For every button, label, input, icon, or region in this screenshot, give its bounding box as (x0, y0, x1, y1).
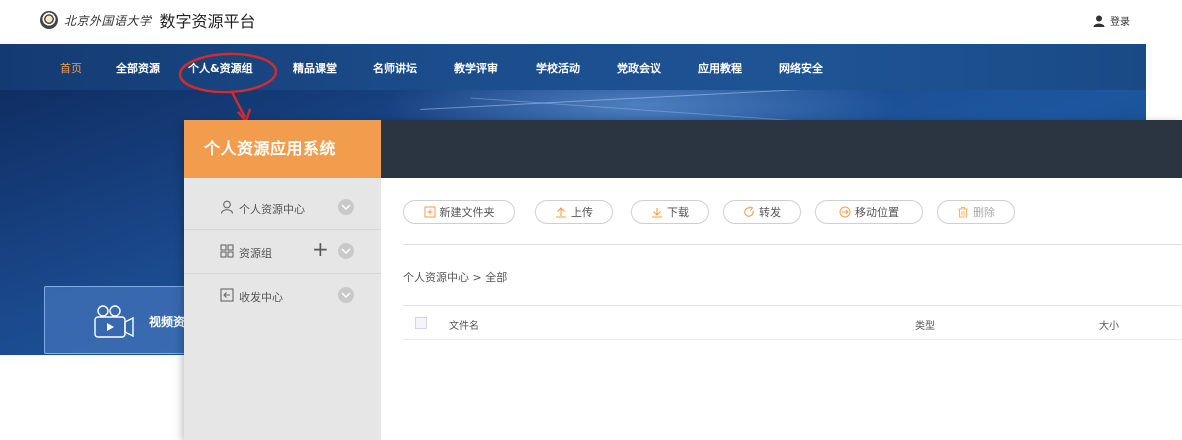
delete-button[interactable]: 删除 (937, 200, 1015, 224)
breadcrumb[interactable]: 个人资源中心 > 全部 (403, 269, 507, 285)
university-seal-icon (40, 11, 58, 29)
download-button[interactable]: 下载 (631, 200, 709, 224)
sidebar-item-label: 个人资源中心 (239, 203, 305, 216)
nav-item-teaching-review[interactable]: 教学评审 (454, 60, 498, 76)
video-card-label: 视频资 (149, 315, 186, 329)
upload-label: 上传 (571, 206, 593, 219)
video-resource-card[interactable]: 视频资 (44, 286, 204, 354)
forward-button[interactable]: 转发 (723, 200, 801, 224)
app-brand: 个人资源应用系统 (184, 120, 381, 178)
user-icon (1093, 15, 1105, 27)
move-label: 移动位置 (855, 206, 899, 219)
download-icon (651, 206, 663, 218)
upload-button[interactable]: 上传 (535, 200, 613, 224)
chevron-down-icon[interactable] (338, 287, 354, 303)
portal-topbar: 北京外国语大学 数字资源平台 登录 (0, 0, 1182, 44)
add-group-icon[interactable]: + (312, 239, 329, 259)
toolbar-divider (403, 244, 1182, 245)
file-table-header: 文件名 类型 大小 (403, 306, 1182, 340)
trash-icon (957, 206, 969, 218)
sidebar-item-label: 资源组 (239, 247, 272, 260)
nav-item-tutorials[interactable]: 应用教程 (698, 60, 742, 76)
video-camera-icon (94, 305, 134, 338)
sidebar-item-resource-group[interactable]: 资源组 + (184, 230, 381, 274)
portal-nav: 首页 全部资源 个人&资源组 精品课堂 名师讲坛 教学评审 学校活动 党政会议 … (0, 44, 1146, 90)
university-logo-text: 北京外国语大学 (64, 13, 152, 28)
chevron-down-icon[interactable] (338, 199, 354, 215)
move-button[interactable]: 移动位置 (815, 200, 923, 224)
nav-item-party-meetings[interactable]: 党政会议 (617, 60, 661, 76)
user-icon (220, 200, 234, 214)
select-all-checkbox[interactable] (415, 317, 427, 329)
new-folder-label: 新建文件夹 (439, 206, 495, 219)
forward-label: 转发 (759, 206, 781, 219)
forward-icon (743, 206, 755, 218)
upload-icon (555, 206, 567, 218)
column-header-size[interactable]: 大小 (1099, 317, 1119, 332)
download-label: 下载 (667, 206, 689, 219)
nav-item-home[interactable]: 首页 (60, 60, 82, 76)
new-folder-icon (424, 206, 436, 218)
nav-item-all-resources[interactable]: 全部资源 (116, 60, 160, 76)
portal-logo[interactable]: 北京外国语大学 数字资源平台 (40, 8, 256, 32)
grid-icon (220, 244, 234, 258)
login-button[interactable]: 登录 (1093, 13, 1130, 28)
delete-label: 删除 (973, 206, 995, 219)
personal-resource-app: 个人资源应用系统 个人资源中心 资源组 + 收发中心 新建文件夹 上传 下载 转… (184, 120, 1182, 440)
column-header-type[interactable]: 类型 (915, 317, 935, 332)
move-icon (839, 206, 851, 218)
nav-item-network-security[interactable]: 网络安全 (779, 60, 823, 76)
nav-item-school-activities[interactable]: 学校活动 (536, 60, 580, 76)
nav-item-lectures[interactable]: 名师讲坛 (373, 60, 417, 76)
login-label: 登录 (1110, 17, 1130, 28)
app-main: 新建文件夹 上传 下载 转发 移动位置 删除 个人资源中心 > 全部 文件名 类… (381, 178, 1182, 440)
column-header-name[interactable]: 文件名 (449, 317, 479, 332)
sidebar-item-label: 收发中心 (239, 291, 283, 304)
chevron-down-icon[interactable] (338, 243, 354, 259)
sidebar-item-inbox[interactable]: 收发中心 (184, 274, 381, 318)
app-sidebar: 个人资源中心 资源组 + 收发中心 (184, 178, 381, 440)
new-folder-button[interactable]: 新建文件夹 (403, 200, 515, 224)
sidebar-item-personal-center[interactable]: 个人资源中心 (184, 186, 381, 230)
sign-in-icon (220, 288, 234, 302)
platform-title: 数字资源平台 (159, 12, 256, 31)
nav-item-featured-class[interactable]: 精品课堂 (293, 60, 337, 76)
nav-item-personal-groups[interactable]: 个人&资源组 (188, 60, 253, 76)
app-header (381, 120, 1182, 178)
